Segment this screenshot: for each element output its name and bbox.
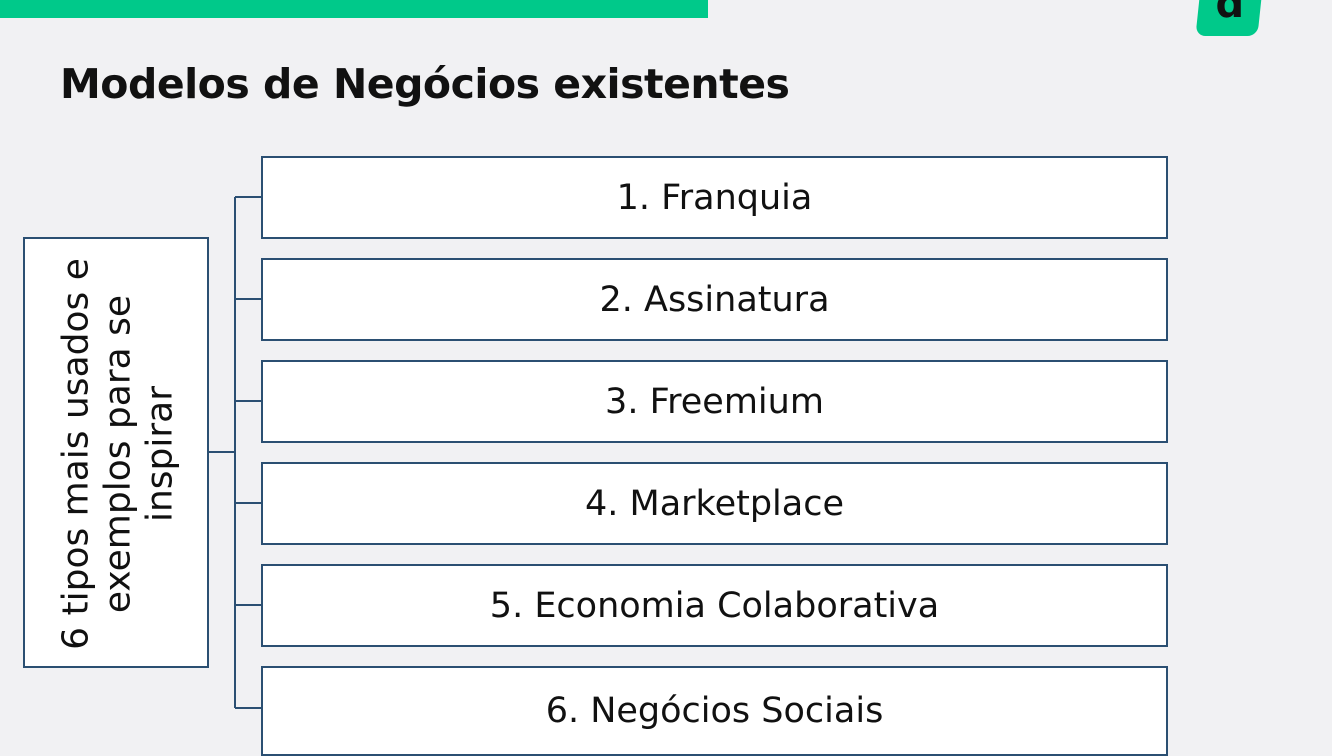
model-item-freemium: 3. Freemium: [261, 360, 1168, 443]
model-item-label: 1. Franquia: [616, 177, 813, 218]
model-item-negocios-sociais: 6. Negócios Sociais: [261, 666, 1168, 756]
model-item-label: 4. Marketplace: [585, 483, 844, 524]
model-item-label: 6. Negócios Sociais: [545, 691, 884, 731]
model-item-marketplace: 4. Marketplace: [261, 462, 1168, 545]
root-node-label: 6 tipos mais usados e exemplos para se i…: [55, 258, 181, 650]
model-item-label: 2. Assinatura: [599, 279, 830, 320]
model-item-assinatura: 2. Assinatura: [261, 258, 1168, 341]
root-node: 6 tipos mais usados e exemplos para se i…: [23, 237, 209, 668]
model-item-label: 3. Freemium: [605, 381, 824, 422]
model-item-economia-colaborativa: 5. Economia Colaborativa: [261, 564, 1168, 647]
model-item-label: 5. Economia Colaborativa: [489, 585, 940, 626]
model-item-franquia: 1. Franquia: [261, 156, 1168, 239]
